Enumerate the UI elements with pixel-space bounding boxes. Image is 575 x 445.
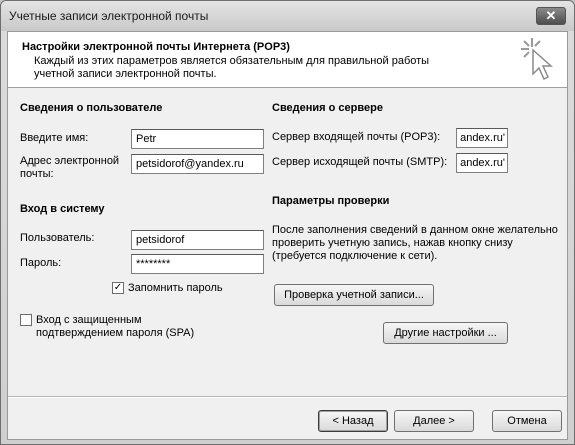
outgoing-server-input[interactable]: 'andex.ru xyxy=(456,153,508,173)
wizard-header: Настройки электронной почты Интернета (P… xyxy=(8,32,567,88)
test-settings-description: После заполнения сведений в данном окне … xyxy=(272,224,558,262)
password-label: Пароль: xyxy=(20,257,62,269)
incoming-server-label: Сервер входящей почты (POP3): xyxy=(272,131,441,143)
name-label: Введите имя: xyxy=(20,132,89,144)
cancel-button[interactable]: Отмена xyxy=(492,410,562,432)
username-label: Пользователь: xyxy=(20,232,95,244)
back-button[interactable]: < Назад xyxy=(318,410,388,432)
test-account-button[interactable]: Проверка учетной записи... xyxy=(274,284,434,306)
header-title: Настройки электронной почты Интернета (P… xyxy=(22,41,290,53)
remember-password-checkbox[interactable]: ✓ xyxy=(112,282,124,294)
window-title: Учетные записи электронной почты xyxy=(9,9,209,23)
footer-divider xyxy=(8,396,567,398)
server-info-heading: Сведения о сервере xyxy=(272,102,383,114)
spa-checkbox[interactable] xyxy=(20,314,32,326)
incoming-server-input[interactable]: 'andex.ru xyxy=(456,128,508,148)
test-settings-heading: Параметры проверки xyxy=(272,195,390,207)
title-bar[interactable]: Учетные записи электронной почты ✕ xyxy=(1,1,574,31)
cursor-sparkle-icon xyxy=(521,38,553,81)
dialog-window: Учетные записи электронной почты ✕ Настр… xyxy=(0,0,575,445)
username-input[interactable]: petsidorof xyxy=(131,230,264,250)
more-settings-button[interactable]: Другие настройки ... xyxy=(383,322,508,344)
user-info-heading: Сведения о пользователе xyxy=(20,102,163,114)
close-button[interactable]: ✕ xyxy=(536,7,566,25)
dialog-content: Настройки электронной почты Интернета (P… xyxy=(7,31,568,440)
email-input[interactable]: petsidorof@yandex.ru xyxy=(131,154,264,174)
password-input[interactable]: ******** xyxy=(131,254,264,274)
name-input[interactable]: Petr xyxy=(131,129,264,149)
spa-label[interactable]: Вход с защищенным подтверждением пароля … xyxy=(36,314,226,340)
login-heading: Вход в систему xyxy=(20,203,105,215)
outgoing-server-label: Сервер исходящей почты (SMTP): xyxy=(272,156,448,168)
next-button[interactable]: Далее > xyxy=(394,410,474,432)
header-description: Каждый из этих параметров является обяза… xyxy=(34,55,430,80)
remember-password-label[interactable]: Запомнить пароль xyxy=(128,282,223,295)
email-label: Адрес электронной почты: xyxy=(20,155,120,180)
